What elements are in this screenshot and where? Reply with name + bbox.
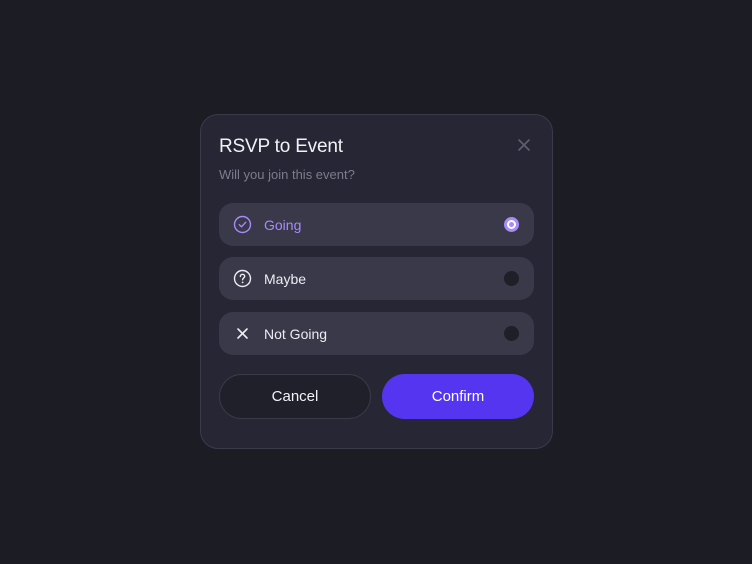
question-circle-icon — [233, 269, 252, 288]
dialog-subtitle: Will you join this event? — [219, 167, 355, 182]
option-not-going-label: Not Going — [264, 326, 328, 342]
option-going-label: Going — [264, 217, 302, 233]
option-not-going-radio[interactable] — [504, 326, 519, 341]
option-going-radio[interactable] — [504, 217, 519, 232]
rsvp-dialog: RSVP to Event Will you join this event? … — [200, 114, 553, 449]
close-icon[interactable] — [516, 137, 532, 153]
x-icon — [233, 324, 252, 343]
option-maybe[interactable]: Maybe — [219, 257, 534, 300]
check-circle-icon — [233, 215, 252, 234]
option-not-going[interactable]: Not Going — [219, 312, 534, 355]
dialog-title: RSVP to Event — [219, 136, 343, 157]
cancel-button[interactable]: Cancel — [219, 374, 371, 419]
confirm-button[interactable]: Confirm — [382, 374, 534, 419]
option-maybe-label: Maybe — [264, 271, 307, 287]
option-going[interactable]: Going — [219, 203, 534, 246]
option-maybe-radio[interactable] — [504, 271, 519, 286]
